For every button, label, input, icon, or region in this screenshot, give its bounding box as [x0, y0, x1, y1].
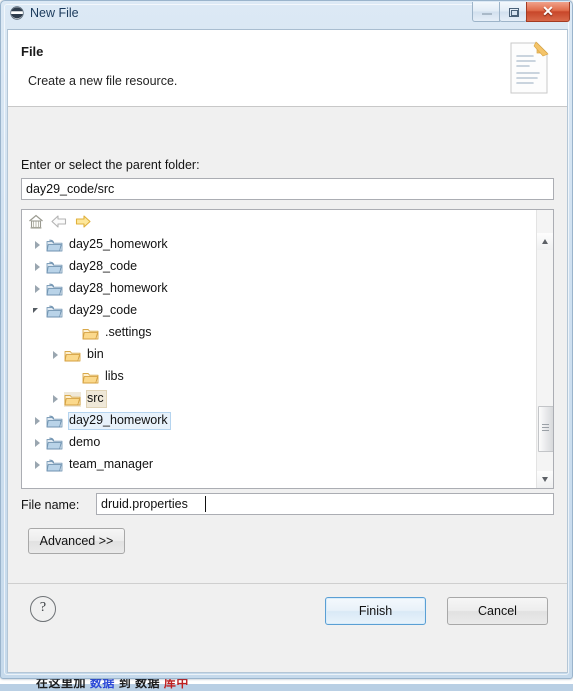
tree-toolbar — [22, 210, 553, 233]
expand-arrow-right-icon[interactable] — [48, 388, 64, 410]
scroll-down-arrow-icon[interactable] — [537, 471, 553, 488]
project-folder-icon — [46, 436, 63, 451]
tree-row-label: day28_code — [68, 258, 140, 276]
banner-description: Create a new file resource. — [28, 74, 177, 88]
restore-button[interactable] — [499, 2, 527, 22]
tree-vertical-scrollbar[interactable] — [536, 210, 553, 488]
expand-arrow-right-icon[interactable] — [30, 454, 46, 476]
expand-arrow-right-icon[interactable] — [30, 234, 46, 256]
minimize-icon — [482, 13, 492, 15]
new-file-document-icon — [507, 40, 551, 96]
dialog-client-area: File Create a new file resource. — [7, 29, 568, 673]
tree-row-label: bin — [86, 346, 107, 364]
project-folder-icon — [46, 260, 63, 275]
expand-arrow-right-icon[interactable] — [30, 432, 46, 454]
tree-row-label: day25_homework — [68, 236, 171, 254]
back-arrow-icon[interactable] — [50, 213, 68, 230]
title-bar-left: New File — [10, 6, 79, 20]
window-title: New File — [30, 6, 79, 20]
tree-row[interactable]: day28_homework — [22, 278, 538, 300]
forward-arrow-icon[interactable] — [74, 213, 92, 230]
tree-row[interactable]: bin — [22, 344, 538, 366]
tree-row[interactable]: day28_code — [22, 256, 538, 278]
project-folder-icon — [46, 238, 63, 253]
close-button[interactable]: ✕ — [526, 2, 570, 22]
project-folder-icon — [46, 304, 63, 319]
dialog-body: Enter or select the parent folder: — [8, 108, 567, 639]
tree-row-label: src — [86, 390, 107, 408]
twisty-spacer — [66, 366, 82, 388]
tree-row[interactable]: demo — [22, 432, 538, 454]
title-bar[interactable]: New File ✕ — [1, 1, 573, 29]
help-icon[interactable]: ? — [30, 596, 56, 622]
banner-title: File — [21, 44, 43, 59]
folder-icon — [64, 392, 81, 407]
tree-row-label: libs — [104, 368, 127, 386]
expand-arrow-right-icon[interactable] — [30, 410, 46, 432]
tree-row[interactable]: libs — [22, 366, 538, 388]
tree-row-label: team_manager — [68, 456, 156, 474]
text-caret — [205, 496, 206, 512]
tree-row[interactable]: day29_homework — [22, 410, 538, 432]
window-controls: ✕ — [473, 2, 570, 24]
tree-row-label: day29_homework — [68, 412, 171, 430]
folder-icon — [82, 370, 99, 385]
tree-row-label: day29_code — [68, 302, 140, 320]
scroll-up-arrow-icon[interactable] — [537, 233, 553, 250]
expand-arrow-right-icon[interactable] — [48, 344, 64, 366]
home-icon[interactable] — [27, 213, 45, 230]
dialog-banner: File Create a new file resource. — [8, 30, 567, 107]
folder-icon — [64, 348, 81, 363]
new-file-dialog-window: New File ✕ File Create a new file resour… — [0, 0, 573, 679]
expand-arrow-right-icon[interactable] — [30, 278, 46, 300]
tree-row-label: demo — [68, 434, 103, 452]
tree-row[interactable]: day25_homework — [22, 234, 538, 256]
tree-row[interactable]: team_manager — [22, 454, 538, 476]
twisty-spacer — [66, 322, 82, 344]
expand-arrow-down-icon[interactable] — [30, 300, 46, 322]
cancel-button[interactable]: Cancel — [447, 597, 548, 625]
finish-button[interactable]: Finish — [325, 597, 426, 625]
folder-tree-rows: day25_homework day28_code day28_homeworkda… — [22, 234, 538, 489]
dialog-button-bar: ? Finish Cancel — [8, 583, 567, 639]
close-icon: ✕ — [527, 2, 569, 21]
tree-row[interactable]: day29_code — [22, 300, 538, 322]
file-name-input[interactable] — [96, 493, 554, 515]
minimize-button[interactable] — [472, 2, 500, 22]
eclipse-icon — [10, 6, 24, 20]
tree-row-label: .settings — [104, 324, 155, 342]
parent-folder-input[interactable] — [21, 178, 554, 200]
tree-row[interactable]: src — [22, 388, 538, 410]
tree-row[interactable]: .settings — [22, 322, 538, 344]
scrollbar-thumb[interactable] — [538, 406, 554, 452]
expand-arrow-right-icon[interactable] — [30, 256, 46, 278]
project-folder-icon — [46, 282, 63, 297]
restore-icon — [509, 8, 519, 17]
folder-tree-panel[interactable]: day25_homework day28_code day28_homeworkda… — [21, 209, 554, 489]
tree-row-label: day28_homework — [68, 280, 171, 298]
advanced-button[interactable]: Advanced >> — [28, 528, 125, 554]
project-folder-icon — [46, 458, 63, 473]
project-folder-icon — [46, 414, 63, 429]
folder-icon — [82, 326, 99, 341]
file-name-label: File name: — [21, 498, 79, 512]
parent-folder-label: Enter or select the parent folder: — [21, 158, 200, 172]
